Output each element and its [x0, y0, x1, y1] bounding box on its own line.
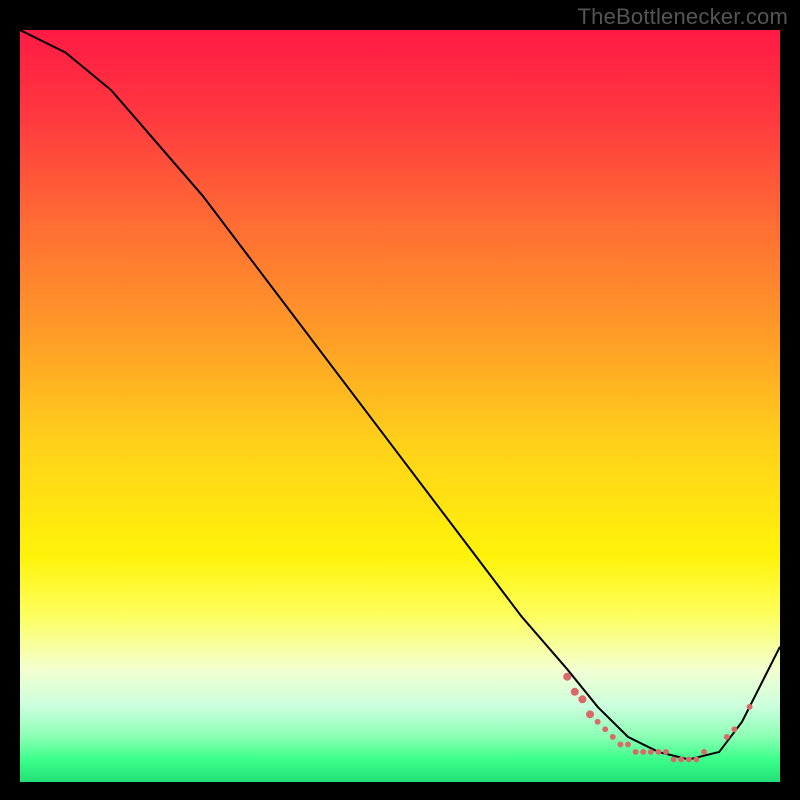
marker-dot	[655, 749, 661, 755]
marker-dot	[602, 726, 608, 732]
marker-dot	[586, 710, 594, 718]
marker-dot	[724, 734, 730, 740]
chart-svg	[20, 30, 780, 782]
marker-dot	[633, 749, 639, 755]
marker-dot	[671, 757, 677, 763]
marker-dot	[663, 749, 669, 755]
marker-dot	[571, 688, 579, 696]
marker-dot	[578, 695, 586, 703]
marker-dot	[701, 749, 707, 755]
plot-area	[20, 30, 780, 782]
marker-dot	[678, 757, 684, 763]
attribution-label: TheBottlenecker.com	[578, 4, 788, 30]
marker-dot	[731, 726, 737, 732]
marker-dot	[625, 741, 631, 747]
marker-group	[563, 673, 752, 763]
marker-dot	[617, 741, 623, 747]
marker-dot	[563, 673, 571, 681]
marker-dot	[640, 749, 646, 755]
marker-dot	[747, 704, 753, 710]
marker-dot	[610, 734, 616, 740]
bottleneck-curve	[20, 30, 780, 759]
marker-dot	[686, 757, 692, 763]
marker-dot	[648, 749, 654, 755]
marker-dot	[595, 719, 601, 725]
marker-dot	[693, 757, 699, 763]
chart-frame: TheBottlenecker.com	[0, 0, 800, 800]
